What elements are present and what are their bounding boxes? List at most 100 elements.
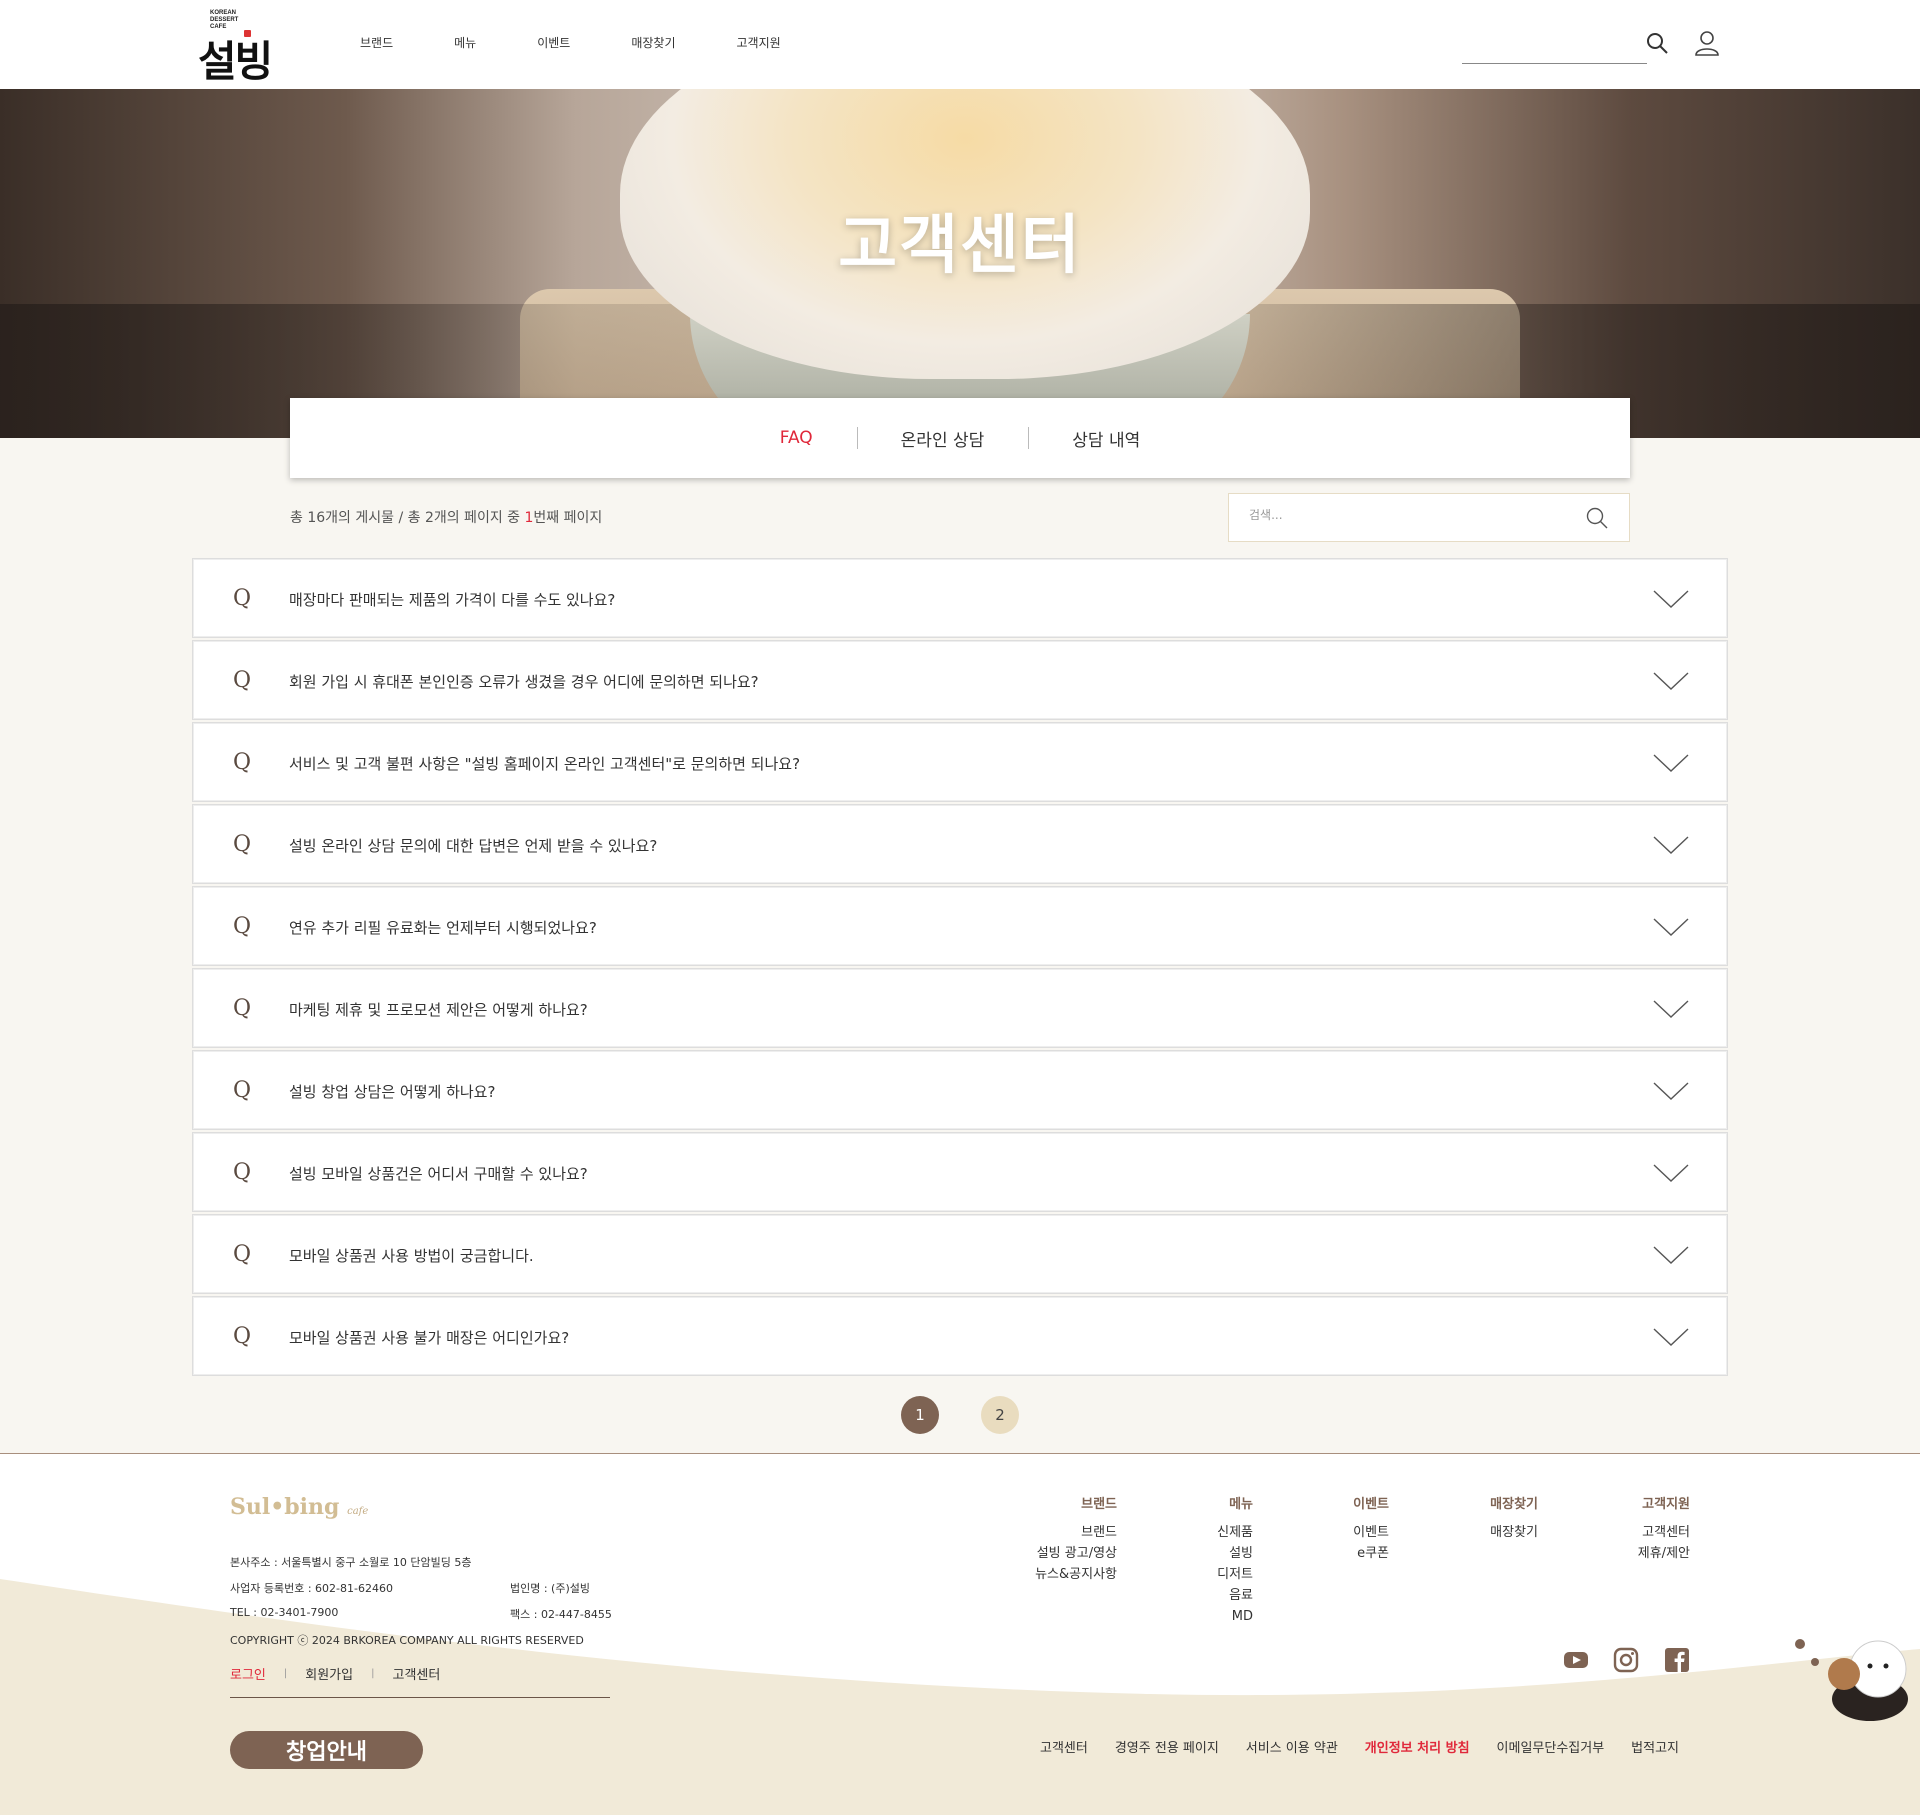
faq-search-input[interactable] xyxy=(1249,508,1569,522)
faq-question: 연유 추가 리필 유료화는 언제부터 시행되었나요? xyxy=(289,919,597,937)
separator: | xyxy=(283,1668,288,1679)
footer-biz-no: 사업자 등록번호 : 602-81-62460 xyxy=(230,1582,393,1595)
search-icon[interactable] xyxy=(1645,31,1669,55)
chevron-down-icon[interactable] xyxy=(1653,998,1689,1020)
faq-question: 회원 가입 시 휴대폰 본인인증 오류가 생겼을 경우 어디에 문의하면 되나요… xyxy=(289,673,759,691)
faq-question: 모바일 상품권 사용 방법이 궁금합니다. xyxy=(289,1247,534,1265)
signup-link[interactable]: 회원가입 xyxy=(305,1664,353,1683)
brand-logo[interactable]: KOREAN DESSERT CAFE 설빙 xyxy=(198,10,288,86)
footer-link[interactable]: 제휴/제안 xyxy=(1600,1543,1690,1564)
nav-event[interactable]: 이벤트 xyxy=(537,34,570,51)
main-nav: 브랜드 메뉴 이벤트 매장찾기 고객지원 xyxy=(360,34,842,51)
page-button-1[interactable]: 1 xyxy=(901,1396,939,1434)
footer-link[interactable]: 설빙 xyxy=(1185,1543,1253,1564)
faq-item[interactable]: Q 매장마다 판매되는 제품의 가격이 다를 수도 있나요? xyxy=(192,558,1728,638)
q-mark: Q xyxy=(233,1242,252,1267)
post-count: 총 16개의 게시물 / 총 2개의 페이지 중 1번째 페이지 xyxy=(290,510,603,526)
login-link[interactable]: 로그인 xyxy=(230,1664,266,1683)
faq-question: 설빙 모바일 상품건은 어디서 구매할 수 있나요? xyxy=(289,1165,588,1183)
faq-item[interactable]: Q 모바일 상품권 사용 방법이 궁금합니다. xyxy=(192,1214,1728,1294)
footer-link[interactable]: 브랜드 xyxy=(1035,1522,1117,1543)
footer-col-title: 브랜드 xyxy=(1081,1497,1117,1512)
faq-item[interactable]: Q 서비스 및 고객 불편 사항은 "설빙 홈페이지 온라인 고객센터"로 문의하… xyxy=(192,722,1728,802)
footer-col-support: 고객지원 고객센터 제휴/제안 xyxy=(1600,1494,1690,1564)
footer-corp: 법인명 : (주)설빙 xyxy=(510,1582,591,1595)
policy-link-owner[interactable]: 경영주 전용 페이지 xyxy=(1115,1737,1219,1756)
footer-link[interactable]: 음료 xyxy=(1185,1585,1253,1606)
footer-link[interactable]: 이벤트 xyxy=(1325,1522,1389,1543)
mascot-image xyxy=(1795,1639,1908,1721)
support-center-link[interactable]: 고객센터 xyxy=(392,1664,440,1683)
chevron-down-icon[interactable] xyxy=(1653,834,1689,856)
footer-link[interactable]: 디저트 xyxy=(1185,1564,1253,1585)
instagram-icon[interactable] xyxy=(1613,1647,1639,1673)
page-button-2[interactable]: 2 xyxy=(981,1396,1019,1434)
footer-link[interactable]: e쿠폰 xyxy=(1325,1543,1389,1564)
footer-link[interactable]: MD xyxy=(1185,1606,1253,1627)
footer-tel: TEL : 02-3401-7900 xyxy=(230,1606,339,1619)
tab-consult-history[interactable]: 상담 내역 xyxy=(1028,426,1184,451)
policy-link-terms[interactable]: 서비스 이용 약관 xyxy=(1246,1737,1338,1756)
footer-address: 본사주소 : 서울특별시 중구 소월로 10 단암빌딩 5층 xyxy=(230,1556,472,1569)
hero-banner: 고객센터 xyxy=(0,89,1920,438)
faq-item[interactable]: Q 설빙 모바일 상품건은 어디서 구매할 수 있나요? xyxy=(192,1132,1728,1212)
nav-support[interactable]: 고객지원 xyxy=(737,34,781,51)
support-tabs: FAQ 온라인 상담 상담 내역 xyxy=(290,398,1630,478)
nav-brand[interactable]: 브랜드 xyxy=(360,34,393,51)
footer-link[interactable]: 고객센터 xyxy=(1600,1522,1690,1543)
faq-item[interactable]: Q 모바일 상품권 사용 불가 매장은 어디인가요? xyxy=(192,1296,1728,1376)
footer-col-brand: 브랜드 브랜드 설빙 광고/영상 뉴스&공지사항 xyxy=(1035,1494,1117,1585)
chevron-down-icon[interactable] xyxy=(1653,670,1689,692)
footer-policy-links: 고객센터 경영주 전용 페이지 서비스 이용 약관 개인정보 처리 방침 이메일… xyxy=(1040,1737,1706,1756)
chevron-down-icon[interactable] xyxy=(1653,588,1689,610)
q-mark: Q xyxy=(233,1324,252,1349)
footer-col-menu: 메뉴 신제품 설빙 디저트 음료 MD xyxy=(1185,1494,1253,1627)
facebook-icon[interactable] xyxy=(1664,1647,1690,1673)
chevron-down-icon[interactable] xyxy=(1653,1244,1689,1266)
startup-button[interactable]: 창업안내 xyxy=(230,1731,423,1769)
nav-store-finder[interactable]: 매장찾기 xyxy=(631,34,675,51)
q-mark: Q xyxy=(233,914,252,939)
q-mark: Q xyxy=(233,668,252,693)
footer-account-links: 로그인 | 회원가입 | 고객센터 xyxy=(230,1664,440,1683)
nav-menu[interactable]: 메뉴 xyxy=(454,34,476,51)
chevron-down-icon[interactable] xyxy=(1653,1326,1689,1348)
footer-link[interactable]: 설빙 광고/영상 xyxy=(1035,1543,1117,1564)
faq-item[interactable]: Q 회원 가입 시 휴대폰 본인인증 오류가 생겼을 경우 어디에 문의하면 되나… xyxy=(192,640,1728,720)
faq-question: 매장마다 판매되는 제품의 가격이 다를 수도 있나요? xyxy=(289,591,616,609)
tab-online-consult[interactable]: 온라인 상담 xyxy=(856,426,1029,451)
faq-item[interactable]: Q 마케팅 제휴 및 프로모션 제안은 어떻게 하나요? xyxy=(192,968,1728,1048)
footer-fax: 팩스 : 02-447-8455 xyxy=(510,1608,612,1621)
chevron-down-icon[interactable] xyxy=(1653,752,1689,774)
policy-link-legal[interactable]: 법적고지 xyxy=(1631,1737,1679,1756)
footer-col-title: 메뉴 xyxy=(1229,1497,1253,1512)
policy-link-privacy[interactable]: 개인정보 처리 방침 xyxy=(1365,1737,1470,1756)
footer-col-title: 매장찾기 xyxy=(1490,1497,1538,1512)
youtube-icon[interactable] xyxy=(1563,1647,1589,1673)
tab-faq[interactable]: FAQ xyxy=(736,428,857,448)
logo-stamp xyxy=(244,30,251,37)
chevron-down-icon[interactable] xyxy=(1653,916,1689,938)
footer-link[interactable]: 신제품 xyxy=(1185,1522,1253,1543)
pagination: 1 2 xyxy=(0,1396,1920,1434)
q-mark: Q xyxy=(233,1160,252,1185)
site-footer: Sul•bing cafe 본사주소 : 서울특별시 중구 소월로 10 단암빌… xyxy=(0,1453,1920,1815)
faq-item[interactable]: Q 설빙 온라인 상담 문의에 대한 답변은 언제 받을 수 있나요? xyxy=(192,804,1728,884)
footer-copyright: COPYRIGHT ⓒ 2024 BRKOREA COMPANY ALL RIG… xyxy=(230,1634,584,1647)
policy-link-email[interactable]: 이메일무단수집거부 xyxy=(1497,1737,1605,1756)
site-header: KOREAN DESSERT CAFE 설빙 브랜드 메뉴 이벤트 매장찾기 고… xyxy=(0,0,1920,89)
faq-item[interactable]: Q 연유 추가 리필 유료화는 언제부터 시행되었나요? xyxy=(192,886,1728,966)
logo-text: 설빙 xyxy=(198,37,273,86)
faq-item[interactable]: Q 설빙 창업 상담은 어떻게 하나요? xyxy=(192,1050,1728,1130)
footer-col-event: 이벤트 이벤트 e쿠폰 xyxy=(1325,1494,1389,1564)
chevron-down-icon[interactable] xyxy=(1653,1080,1689,1102)
policy-link-center[interactable]: 고객센터 xyxy=(1040,1737,1088,1756)
footer-link[interactable]: 매장찾기 xyxy=(1460,1522,1538,1543)
user-icon[interactable] xyxy=(1693,29,1721,57)
chevron-down-icon[interactable] xyxy=(1653,1162,1689,1184)
separator: | xyxy=(371,1668,375,1679)
footer-link[interactable]: 뉴스&공지사항 xyxy=(1035,1564,1117,1585)
footer-divider xyxy=(230,1697,610,1698)
search-icon[interactable] xyxy=(1585,506,1609,530)
header-search-input[interactable] xyxy=(1462,63,1647,64)
